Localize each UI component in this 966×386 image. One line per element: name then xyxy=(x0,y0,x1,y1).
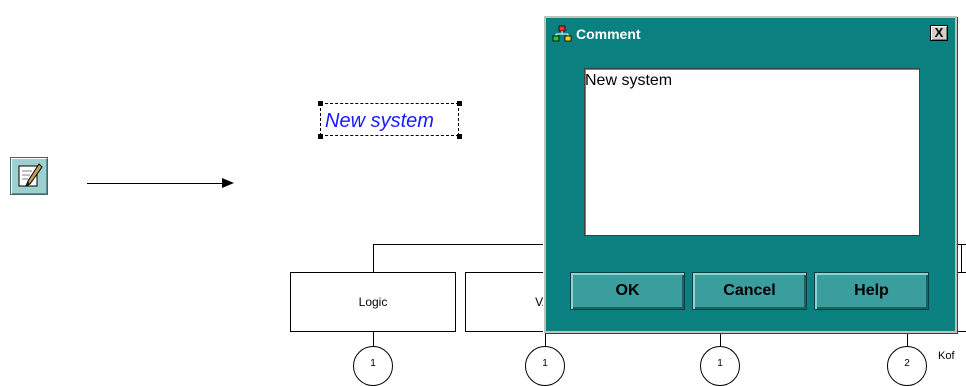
dialog-titlebar[interactable]: Comment X xyxy=(546,18,955,50)
ok-button-label: OK xyxy=(615,282,640,299)
connector-line xyxy=(961,244,962,272)
network-icon xyxy=(552,25,572,43)
diagram-box-label: Logic xyxy=(358,295,388,309)
diagram-circle[interactable]: 1 xyxy=(525,346,565,386)
close-button[interactable]: X xyxy=(930,25,948,41)
diagram-circle[interactable]: 2 xyxy=(887,346,927,386)
connector-line xyxy=(373,244,374,272)
connector-line xyxy=(545,332,546,346)
diagram-box-logic[interactable]: Logic xyxy=(290,272,456,332)
selection-handle[interactable] xyxy=(457,101,462,106)
diagram-label: Kof xyxy=(938,350,955,362)
edit-comment-icon xyxy=(18,163,43,188)
comment-dialog: Comment X New system OK Cancel Help xyxy=(544,16,957,333)
ok-button[interactable]: OK xyxy=(570,272,685,310)
selection-handle[interactable] xyxy=(318,101,323,106)
arrow-line xyxy=(87,183,223,184)
comment-textarea[interactable]: New system xyxy=(584,68,920,236)
selection-handle[interactable] xyxy=(318,134,323,139)
diagram-circle[interactable]: 1 xyxy=(700,346,740,386)
help-button-label: Help xyxy=(854,282,889,299)
connector-line xyxy=(720,332,721,346)
cancel-button-label: Cancel xyxy=(723,282,776,299)
close-icon: X xyxy=(934,25,944,40)
edit-comment-tool-button[interactable] xyxy=(10,157,48,195)
cancel-button[interactable]: Cancel xyxy=(692,272,807,310)
connector-line xyxy=(907,332,908,346)
connector-line xyxy=(373,332,374,346)
dialog-title: Comment xyxy=(576,26,641,42)
help-button[interactable]: Help xyxy=(814,272,929,310)
arrow-head xyxy=(222,178,234,188)
diagram-circle[interactable]: 1 xyxy=(353,346,393,386)
canvas-comment-text[interactable]: New system xyxy=(325,110,434,133)
selection-handle[interactable] xyxy=(457,134,462,139)
